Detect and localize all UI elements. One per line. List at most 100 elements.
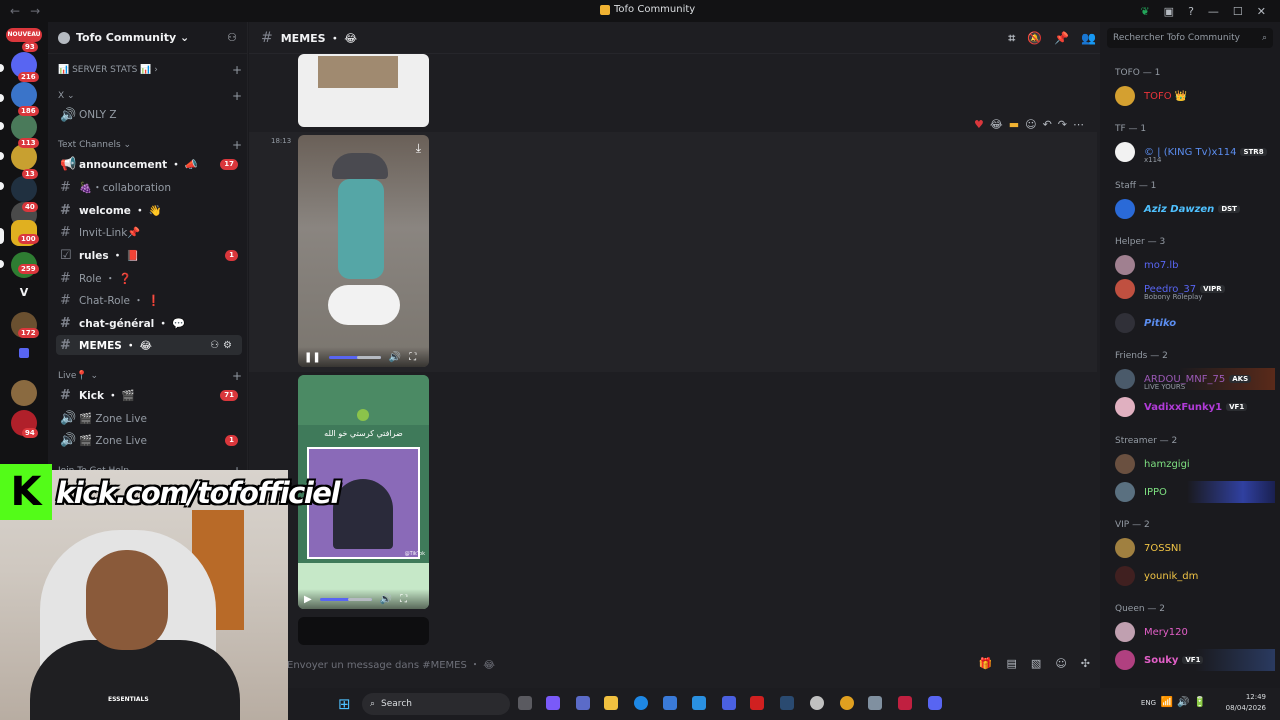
category-live[interactable]: Live📍 ⌄ + [58,369,242,383]
add-reaction-icon[interactable]: ☺ [1025,118,1036,131]
member-item[interactable]: Peedro_37 VIPR Bobony Roleplay [1115,278,1275,301]
member-item[interactable]: ARDOU_MNF_75 AKS LIVE YOURS [1115,368,1275,391]
steam-icon[interactable] [780,696,794,710]
guild-icon[interactable] [11,82,37,108]
download-icon[interactable]: ⤓ [416,141,421,156]
gif-icon[interactable]: ▤ [1007,657,1017,670]
progress-bar[interactable] [328,355,381,359]
channel-invit-link[interactable]: # Invit-Link📌 [56,222,242,242]
volume-icon[interactable]: 🔊 [380,594,392,605]
search-input[interactable]: Rechercher Tofo Community [1113,33,1240,43]
reply-icon[interactable]: ↶ [1043,118,1052,131]
language-indicator[interactable]: ENG [1141,699,1156,707]
add-channel-icon[interactable]: + [232,138,242,152]
flag-reaction-icon[interactable]: ▬ [1009,118,1019,131]
channel-role[interactable]: # Role ・ ❓ [56,268,242,288]
message-composer[interactable]: Envoyer un message dans #MEMES ・ 😂 🎁 ▤ ▧… [287,651,1090,675]
store-icon[interactable] [663,696,677,710]
obs-icon[interactable] [810,696,824,710]
channel-settings-icon[interactable]: ⚇⚙ [210,340,236,351]
channel-chat-general[interactable]: # chat-général ・ 💬 [56,313,242,333]
taskbar-search[interactable]: ⌕ Search [362,693,510,715]
forward-icon[interactable]: ↷ [1058,118,1067,131]
emoji-icon[interactable]: ☺ [1055,657,1066,670]
task-view-icon[interactable] [518,696,532,710]
server-header[interactable]: Tofo Community ⌄ ⚇ [48,22,247,54]
file-explorer-icon[interactable] [604,696,618,710]
add-channel-icon[interactable]: + [232,369,242,383]
member-item[interactable]: hamzgigi [1115,453,1275,475]
channel-memes[interactable]: # MEMES ・ 😂 ⚇⚙ [56,335,242,355]
add-channel-icon[interactable]: + [232,89,242,103]
video-attachment[interactable]: ⤓ ❚❚ 🔊 ⛶ [298,135,429,367]
add-channel-icon[interactable]: + [232,63,242,77]
fullscreen-icon[interactable]: ⛶ [409,352,416,363]
app-icon[interactable] [722,696,736,710]
message-input[interactable]: Envoyer un message dans #MEMES ・ 😂 [287,656,495,671]
teams-icon[interactable] [576,696,590,710]
category-server-stats[interactable]: 📊 SERVER STATS 📊 › + [58,63,242,77]
volume-icon[interactable]: 🔊 [389,352,401,363]
discord-icon[interactable] [928,696,942,710]
copilot-icon[interactable] [546,696,560,710]
system-tray-icons[interactable]: 📶🔊🔋 [1161,697,1210,708]
notification-bell-icon[interactable]: 🔕 [1027,31,1042,46]
settings-icon[interactable] [868,696,882,710]
member-item[interactable]: Mery120 [1115,621,1275,643]
windows-start-icon[interactable]: ⊞ [338,695,351,713]
member-item[interactable]: Souky VF1 [1115,649,1275,671]
forward-arrow-icon[interactable]: → [30,4,40,18]
adobe-icon[interactable] [898,696,912,710]
back-arrow-icon[interactable]: ← [10,4,20,18]
help-icon[interactable]: ? [1188,5,1194,18]
member-item[interactable]: © | (KING Tv)x114 STR8 x114 [1115,141,1275,164]
nitro-icon[interactable]: ❦ [1140,5,1149,18]
sticker-icon[interactable]: ▧ [1031,657,1041,670]
channel-zone-live[interactable]: 🔊 🎬 Zone Live [56,408,242,428]
member-item[interactable]: mo7.lb [1115,254,1275,276]
play-icon[interactable]: ▶ [304,594,312,605]
chrome-icon[interactable] [840,696,854,710]
minimize-icon[interactable]: — [1208,5,1219,18]
channel-announcement[interactable]: 📢 announcement ・ 📣 17 [56,154,242,174]
member-item[interactable]: IPPO [1115,481,1275,503]
maximize-icon[interactable]: ☐ [1233,5,1243,18]
netflix-icon[interactable] [750,696,764,710]
pause-icon[interactable]: ❚❚ [304,352,321,363]
image-attachment[interactable] [298,54,429,127]
channel-kick[interactable]: # Kick ・ 🎬 71 [56,385,242,405]
member-item[interactable]: Pitiko [1115,312,1275,334]
channel-welcome[interactable]: # welcome ・ 👋 [56,200,242,220]
member-item[interactable]: TOFO 👑 [1115,85,1275,107]
new-badge[interactable]: NOUVEAU [6,28,42,42]
member-item[interactable]: Aziz Dawzen DST [1115,198,1275,220]
guild-icon[interactable] [11,380,37,406]
channel-zone-live[interactable]: 🔊 🎬 Zone Live 1 [56,430,242,450]
gift-icon[interactable]: 🎁 [979,657,993,670]
heart-reaction-icon[interactable]: ♥ [974,118,984,131]
member-item[interactable]: younik_dm [1115,565,1275,587]
server-search[interactable]: Rechercher Tofo Community ⌕ [1107,28,1273,48]
close-icon[interactable]: ✕ [1257,5,1266,18]
threads-icon[interactable]: ⌗ [1008,31,1015,46]
more-options-icon[interactable]: ⋯ [1073,118,1084,131]
clock[interactable]: 12:49 08/04/2026 [1226,692,1266,714]
member-list-icon[interactable]: 👥 [1081,31,1096,46]
laugh-reaction-icon[interactable]: 😂 [990,118,1003,131]
apps-icon[interactable]: ✣ [1081,657,1090,670]
member-item[interactable]: 7OSSNI [1115,537,1275,559]
todo-icon[interactable] [692,696,706,710]
folder-icon[interactable] [19,348,29,358]
fullscreen-icon[interactable]: ⛶ [400,594,407,605]
video-attachment[interactable] [298,617,429,645]
category-text-channels[interactable]: Text Channels ⌄ + [58,138,242,152]
channel-chat-role[interactable]: # Chat-Role ・ ❗ [56,290,242,310]
progress-bar[interactable] [319,597,372,601]
inbox-icon[interactable]: ▣ [1164,5,1174,18]
edge-icon[interactable] [634,696,648,710]
guild-icon[interactable] [11,176,37,202]
pin-icon[interactable]: 📌 [1054,31,1069,46]
channel-collaboration[interactable]: # 🍇・collaboration [56,177,242,197]
guild-icon[interactable] [11,114,37,140]
channel-only-z[interactable]: 🔊 ONLY Z [56,105,242,125]
